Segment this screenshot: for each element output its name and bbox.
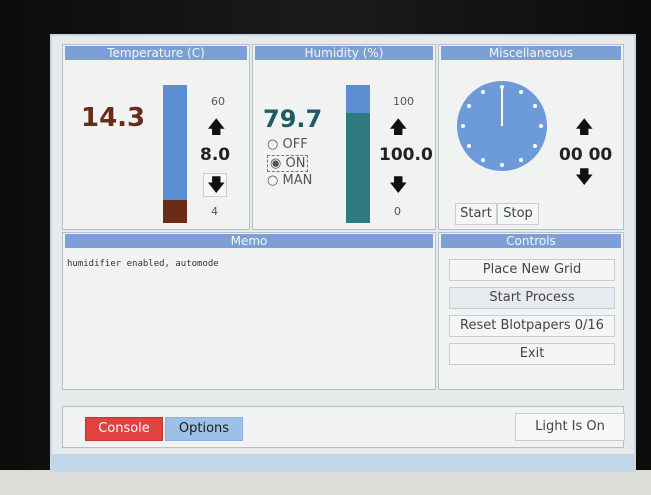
humidity-mode-off-label: OFF bbox=[282, 137, 308, 152]
memo-panel: Memo humidifier enabled, automode bbox=[62, 232, 436, 390]
start-process-button[interactable]: Start Process bbox=[449, 287, 615, 309]
humidity-mode-man-label: MAN bbox=[282, 173, 313, 188]
temperature-bar-fill bbox=[163, 199, 187, 223]
humidity-setpoint: 100.0 bbox=[379, 145, 433, 165]
temperature-down-button[interactable]: 🡇 bbox=[203, 173, 227, 197]
controls-panel-title: Controls bbox=[441, 234, 621, 248]
app-screen: Temperature (C) 14.3 60 🡅 8.0 🡇 4 Humidi… bbox=[50, 34, 636, 472]
memo-text: humidifier enabled, automode bbox=[67, 259, 219, 269]
temperature-current-value: 14.3 bbox=[81, 103, 146, 133]
temperature-panel: Temperature (C) 14.3 60 🡅 8.0 🡇 4 bbox=[62, 44, 250, 230]
clock-icon bbox=[457, 81, 547, 171]
humidity-panel: Humidity (%) 79.7 ○ OFF ◉ ON ○ MAN 100 🡅… bbox=[252, 44, 436, 230]
down-arrow-icon: 🡇 bbox=[207, 175, 226, 196]
memo-panel-title: Memo bbox=[65, 234, 433, 248]
reset-blotpapers-button[interactable]: Reset Blotpapers 0/16 bbox=[449, 315, 615, 337]
misc-panel-title: Miscellaneous bbox=[441, 46, 621, 60]
temperature-setpoint: 8.0 bbox=[200, 145, 231, 165]
temperature-min-label: 4 bbox=[211, 205, 218, 218]
footer-bar: Console Options Light Is On bbox=[62, 406, 625, 448]
start-button[interactable]: Start bbox=[455, 203, 497, 225]
humidity-max-label: 100 bbox=[393, 95, 414, 108]
monitor-stand-area bbox=[0, 470, 651, 495]
exit-button[interactable]: Exit bbox=[449, 343, 615, 365]
options-button[interactable]: Options bbox=[165, 417, 243, 441]
controls-panel: Controls Place New Grid Start Process Re… bbox=[438, 232, 624, 390]
humidity-bar-fill bbox=[346, 112, 370, 223]
temperature-max-label: 60 bbox=[211, 95, 225, 108]
humidity-current-value: 79.7 bbox=[263, 105, 323, 133]
temperature-bar bbox=[163, 85, 187, 223]
humidity-mode-on-label: ON bbox=[285, 156, 306, 171]
humidity-panel-title: Humidity (%) bbox=[255, 46, 433, 60]
misc-panel: Miscellaneous 🡅 00 00 🡇 Start Stop bbox=[438, 44, 624, 230]
light-toggle-button[interactable]: Light Is On bbox=[515, 413, 625, 441]
stop-button[interactable]: Stop bbox=[497, 203, 539, 225]
bottom-strip bbox=[52, 454, 634, 470]
console-button[interactable]: Console bbox=[85, 417, 163, 441]
humidity-mode-man[interactable]: ○ MAN bbox=[267, 173, 312, 188]
up-arrow-icon[interactable]: 🡅 bbox=[207, 119, 226, 137]
timer-value: 00 00 bbox=[559, 145, 613, 165]
place-new-grid-button[interactable]: Place New Grid bbox=[449, 259, 615, 281]
humidity-mode-on[interactable]: ◉ ON bbox=[267, 155, 309, 172]
up-arrow-icon[interactable]: 🡅 bbox=[575, 119, 594, 137]
humidity-bar bbox=[346, 85, 370, 223]
temperature-panel-title: Temperature (C) bbox=[65, 46, 247, 60]
down-arrow-icon[interactable]: 🡇 bbox=[575, 169, 594, 187]
up-arrow-icon[interactable]: 🡅 bbox=[389, 119, 408, 137]
humidity-min-label: 0 bbox=[394, 205, 401, 218]
humidity-mode-off[interactable]: ○ OFF bbox=[267, 137, 308, 152]
down-arrow-icon[interactable]: 🡇 bbox=[389, 177, 408, 195]
